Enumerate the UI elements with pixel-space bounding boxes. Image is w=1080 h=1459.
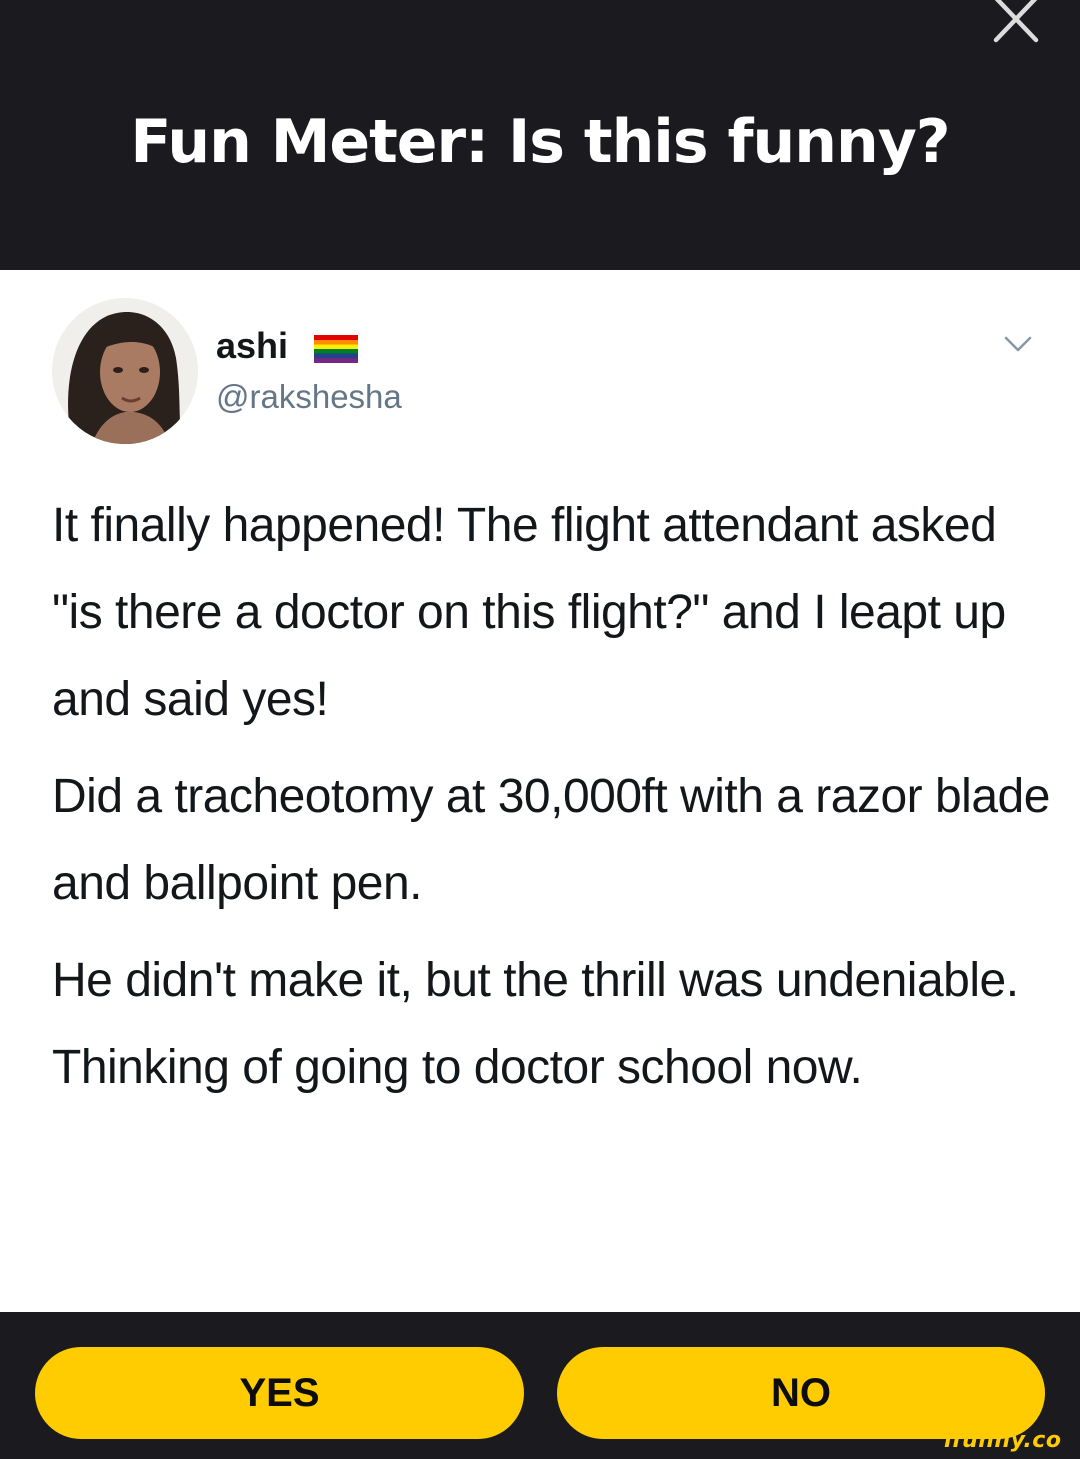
tweet-text: It finally happened! The flight attendan… <box>52 482 1052 1121</box>
ifunny-watermark: ifunny.co <box>944 1428 1062 1453</box>
chevron-down-icon[interactable] <box>1003 334 1033 354</box>
page-title: Fun Meter: Is this funny? <box>130 107 950 177</box>
avatar <box>52 298 198 444</box>
close-button[interactable] <box>988 0 1044 46</box>
no-button[interactable]: NO <box>557 1347 1045 1439</box>
close-icon <box>993 0 1039 43</box>
yes-button[interactable]: YES <box>35 1347 524 1439</box>
header-bar: Fun Meter: Is this funny? <box>0 0 1080 270</box>
tweet-card: ashi @rakshesha It finally happened! The… <box>0 270 1080 1312</box>
tweet-paragraph: Did a tracheotomy at 30,000ft with a raz… <box>52 770 1050 910</box>
rainbow-flag-icon <box>314 335 358 363</box>
tweet-paragraph: It finally happened! The flight attendan… <box>52 499 1006 726</box>
tweet-paragraph: He didn't make it, but the thrill was un… <box>52 954 1019 1094</box>
user-name: ashi <box>216 325 289 366</box>
user-handle: @rakshesha <box>216 378 402 415</box>
